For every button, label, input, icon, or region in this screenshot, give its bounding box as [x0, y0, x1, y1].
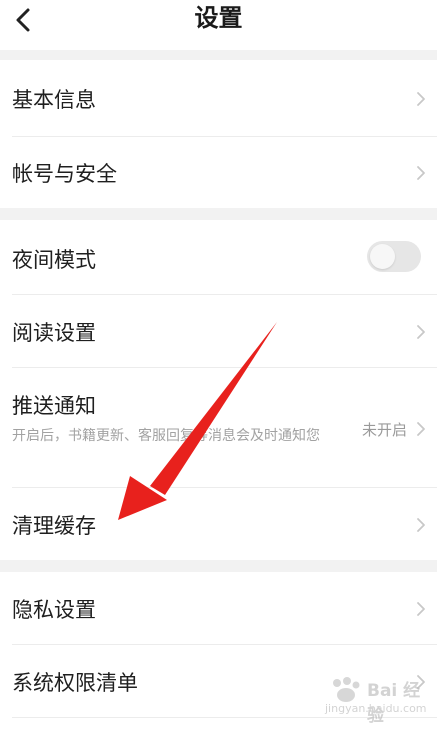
chevron-right-icon	[415, 164, 427, 182]
watermark-text: Bai 经验	[367, 681, 421, 726]
settings-item-label: 基本信息	[12, 88, 96, 112]
chevron-right-icon	[415, 600, 427, 618]
settings-group-account: 基本信息 帐号与安全	[0, 60, 437, 208]
chevron-right-icon	[415, 516, 427, 534]
settings-item-label: 夜间模式	[12, 248, 96, 272]
settings-item-clear-cache[interactable]: 清理缓存	[0, 488, 437, 560]
chevron-right-icon	[415, 420, 427, 438]
chevron-right-icon	[415, 323, 427, 341]
baidu-jingyan-watermark: Bai 经验 jingyan.baidu.com	[323, 674, 427, 726]
settings-item-label: 阅读设置	[12, 321, 96, 345]
push-notification-status: 未开启	[361, 421, 407, 439]
settings-item-label: 帐号与安全	[12, 162, 117, 186]
settings-item-label: 隐私设置	[12, 598, 96, 622]
settings-item-push-notification[interactable]: 推送通知 开启后，书籍更新、客服回复等消息会及时通知您 未开启	[0, 368, 437, 487]
push-notification-description: 开启后，书籍更新、客服回复等消息会及时通知您	[12, 428, 320, 444]
header-bar: 设置	[0, 0, 437, 50]
toggle-knob	[370, 244, 395, 269]
settings-item-privacy[interactable]: 隐私设置	[0, 572, 437, 644]
page-title: 设置	[194, 4, 243, 32]
paw-logo-icon	[333, 677, 360, 702]
settings-group-preferences: 夜间模式 阅读设置 推送通知 开启后，书籍更新、客服回复等消息会及时通知您 未开…	[0, 220, 437, 560]
settings-item-label: 清理缓存	[12, 514, 96, 538]
settings-item-reading[interactable]: 阅读设置	[0, 295, 437, 367]
night-mode-toggle[interactable]	[367, 241, 421, 272]
settings-item-label: 推送通知	[12, 394, 96, 418]
chevron-right-icon	[415, 90, 427, 108]
settings-item-account-security[interactable]: 帐号与安全	[0, 137, 437, 208]
settings-item-night-mode: 夜间模式	[0, 220, 437, 294]
settings-item-basic-info[interactable]: 基本信息	[0, 60, 437, 136]
watermark-url: jingyan.baidu.com	[325, 702, 427, 715]
settings-item-label: 系统权限清单	[12, 671, 138, 695]
